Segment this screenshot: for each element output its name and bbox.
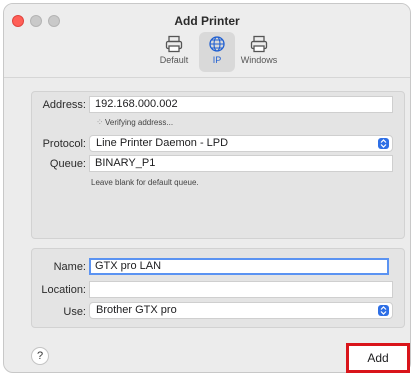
spinner-icon: ⁘ [96, 117, 104, 127]
queue-label: Queue: [49, 158, 86, 170]
tab-ip-label: IP [212, 55, 222, 65]
address-field[interactable]: 192.168.000.002 [89, 96, 393, 113]
window-title: Add Printer [174, 14, 240, 28]
queue-field[interactable]: BINARY_P1 [89, 155, 393, 172]
location-field[interactable] [89, 281, 393, 298]
name-label: Name: [53, 261, 86, 273]
address-label: Address: [42, 99, 86, 111]
protocol-label: Protocol: [42, 138, 86, 150]
title-bar: Add Printer Default IP Windows [4, 4, 410, 78]
tab-windows[interactable]: Windows [236, 32, 282, 72]
tab-default[interactable]: Default [154, 32, 194, 72]
use-value: Brother GTX pro [96, 304, 177, 316]
tab-windows-label: Windows [240, 55, 278, 65]
tab-default-label: Default [159, 55, 189, 65]
use-label: Use: [63, 306, 86, 318]
printer-icon [154, 32, 194, 54]
help-button[interactable]: ? [31, 347, 49, 365]
tab-ip[interactable]: IP [199, 32, 235, 72]
address-status-text: Verifying address... [105, 118, 174, 127]
protocol-popup[interactable]: Line Printer Daemon - LPD [89, 135, 393, 152]
chevron-updown-icon [378, 305, 389, 316]
globe-icon [199, 32, 235, 54]
name-field[interactable]: GTX pro LAN [89, 258, 389, 275]
add-button[interactable]: Add [346, 343, 410, 373]
printer-icon [236, 32, 282, 54]
location-label: Location: [41, 284, 86, 296]
use-popup[interactable]: Brother GTX pro [89, 302, 393, 319]
queue-hint-text: Leave blank for default queue. [91, 178, 199, 187]
protocol-value: Line Printer Daemon - LPD [96, 137, 229, 149]
chevron-updown-icon [378, 138, 389, 149]
